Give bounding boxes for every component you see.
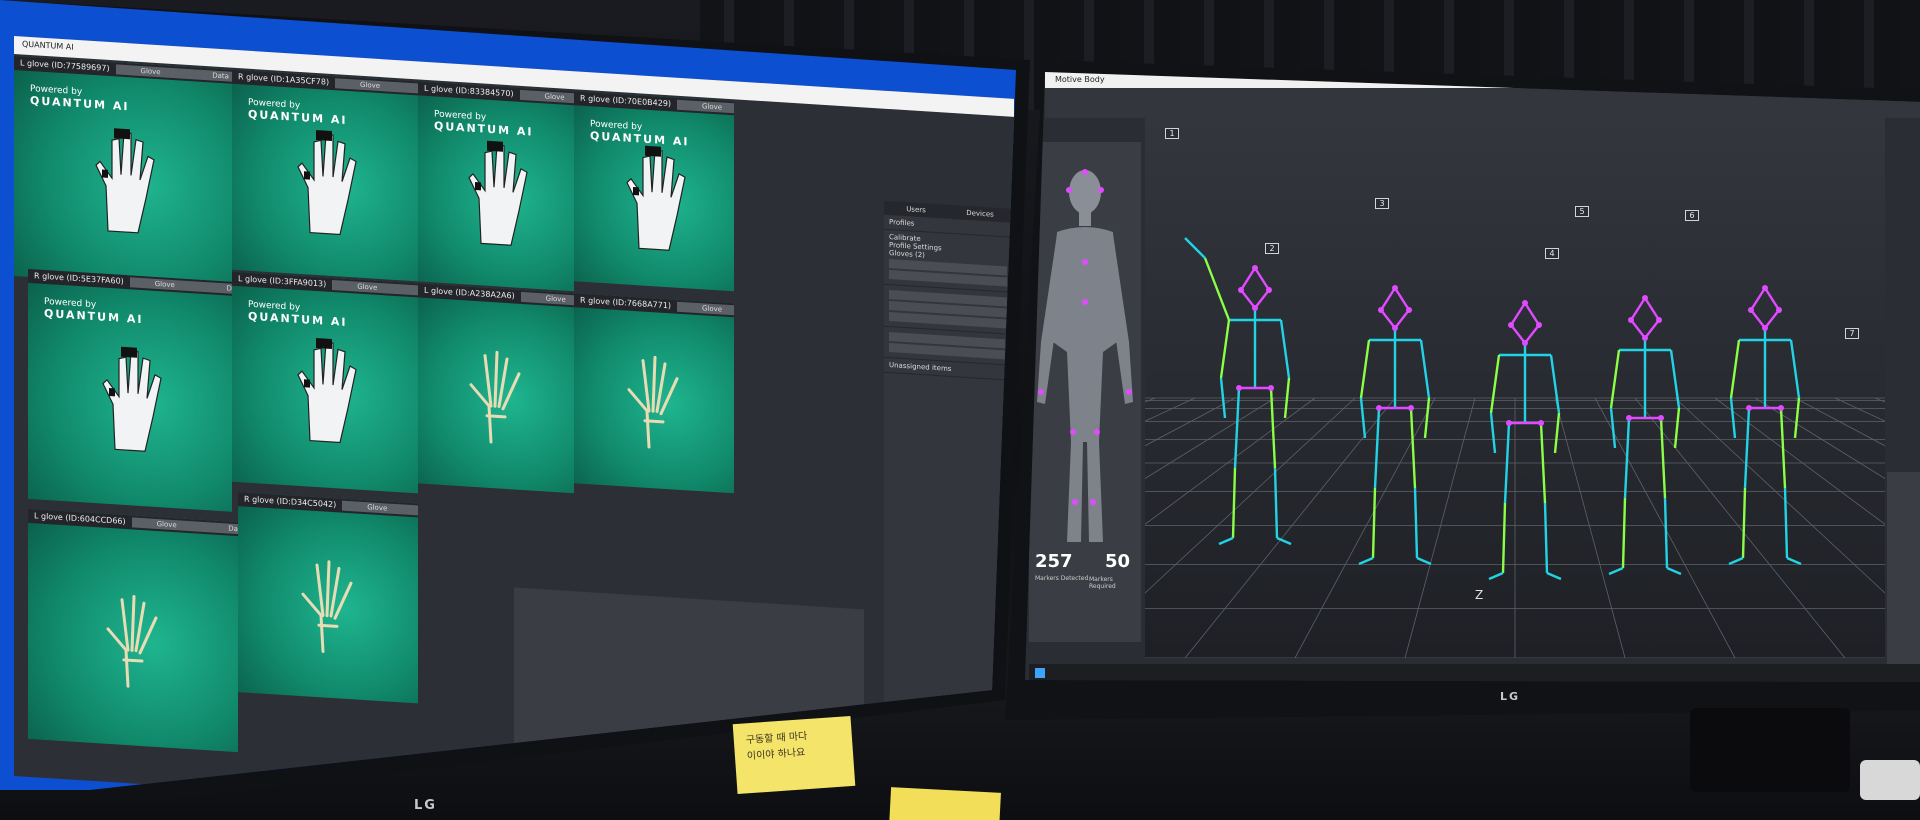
glove-pane-title: R glove (ID:D34C5042) <box>244 494 337 510</box>
glove-pane-title: R glove (ID:5E37FA60) <box>34 271 124 286</box>
tab-data[interactable]: Data <box>199 281 232 297</box>
subject-number-label[interactable]: 2 <box>1265 243 1279 254</box>
white-device <box>1860 760 1920 800</box>
glove-pane-title: L glove (ID:77589697) <box>20 58 110 74</box>
glove-pane: R glove (ID:1A35CF78) GloveData Powered by… <box>232 69 418 282</box>
profile-section: Calibrate Profile Settings Gloves (2) <box>884 229 1012 293</box>
glove-pane: R glove (ID:7668A771)GloveData <box>574 293 734 494</box>
windows-taskbar <box>1029 664 1920 682</box>
glove-pane: L glove (ID:77589697) Glove Data Powered by… <box>14 56 232 290</box>
tab-data[interactable]: Data <box>412 505 418 520</box>
left-monitor-logo: LG <box>414 798 437 813</box>
right-monitor-screen: Motive Body 257 Markers Detected 50 Mark… <box>1025 72 1920 682</box>
quantum-ai-brand: Powered by QUANTUM AI <box>434 108 533 138</box>
subject-number-label[interactable]: 6 <box>1685 210 1699 221</box>
glove-viewer-app: QUANTUM AI L glove (ID:77589697) Glove Dat… <box>14 36 1014 790</box>
brand-name-text: QUANTUM AI <box>30 94 130 114</box>
glove-pane: L glove (ID:A238A2A6)GloveData <box>418 283 574 494</box>
markers-detected-label: Markers Detected <box>1035 575 1089 582</box>
properties-panel <box>1887 472 1920 672</box>
sticky-note-2 <box>889 787 1001 820</box>
subject-number-label[interactable]: 4 <box>1545 248 1559 259</box>
glove-pane-title: L glove (ID:83384570) <box>424 83 514 99</box>
avatar-panel: 257 Markers Detected 50 Markers Required <box>1029 142 1141 642</box>
quantum-ai-brand: Powered by QUANTUM AI <box>44 296 143 326</box>
device-box <box>1690 708 1850 792</box>
glove-pane: L glove (ID:83384570)GloveDataPowered by… <box>418 81 574 292</box>
tab-glove[interactable]: Glove <box>677 99 734 115</box>
mocap-app-title: Motive Body <box>1055 75 1105 84</box>
tab-glove[interactable]: Glove <box>520 291 574 307</box>
tab-glove[interactable]: Glove <box>342 500 413 516</box>
glove-pane: L glove (ID:3FFA9013) GloveData Powered by… <box>232 271 418 494</box>
tab-glove[interactable]: Glove <box>129 277 200 292</box>
3d-viewport[interactable]: 1 2 3 4 5 6 7 Z <box>1025 118 1920 659</box>
brand-name-text: QUANTUM AI <box>434 119 534 139</box>
glove-pane-header: R glove (ID:D34C5042) GloveData <box>238 492 418 520</box>
subject-number-label[interactable]: 7 <box>1845 328 1859 339</box>
robot-hand-model <box>95 343 165 461</box>
tab-glove[interactable]: Glove <box>332 280 403 295</box>
quantum-ai-brand: Powered by QUANTUM AI <box>248 97 347 127</box>
tab-data[interactable]: Data <box>185 68 232 84</box>
robot-hand-model <box>290 126 360 244</box>
left-monitor-screen: QUANTUM AI L glove (ID:77589697) Glove Dat… <box>0 0 1016 790</box>
brand-name-text: QUANTUM AI <box>248 309 348 329</box>
tab-glove[interactable]: Glove <box>519 89 574 105</box>
glove-pane: R glove (ID:D34C5042) GloveData <box>238 492 418 704</box>
quantum-ai-brand: Powered by QUANTUM AI <box>30 83 129 113</box>
photo-scene: QUANTUM AI L glove (ID:77589697) Glove Dat… <box>0 0 1920 820</box>
tab-data[interactable]: Data <box>405 82 418 98</box>
tab-glove[interactable]: Glove <box>131 517 202 532</box>
tab-data[interactable]: Data <box>201 521 238 537</box>
markers-required-label: Markers Required <box>1089 576 1116 590</box>
glove-pane: L glove (ID:604CCD66) Glove Data <box>28 508 238 753</box>
tab-glove[interactable]: Glove <box>335 78 406 93</box>
tab-data[interactable]: Data <box>402 284 418 299</box>
robot-hand-model <box>619 142 689 260</box>
right-monitor-logo: LG <box>1500 690 1521 703</box>
glove-pane-title: L glove (ID:604CCD66) <box>34 511 126 527</box>
quantum-ai-brand: Powered by QUANTUM AI <box>248 299 347 329</box>
robot-hand-model <box>290 334 360 452</box>
glove-pane: R glove (ID:5E37FA60) Glove Data Powered by… <box>28 268 232 512</box>
sticky-note: 구동할 때 마다 이이야 하나요 <box>732 715 856 795</box>
subject-number-label[interactable]: 1 <box>1165 128 1179 139</box>
glove-pane-header: L glove (ID:604CCD66) Glove Data <box>28 508 238 537</box>
glove-pane-title: L glove (ID:A238A2A6) <box>424 285 515 301</box>
tab-glove[interactable]: Glove <box>677 301 734 317</box>
subject-number-label[interactable]: 3 <box>1375 198 1389 209</box>
skeleton-hand-model <box>619 349 689 457</box>
left-app-title: QUANTUM AI <box>22 39 74 52</box>
windows-start-icon[interactable] <box>1035 668 1045 678</box>
floor-grid <box>1025 397 1920 659</box>
brand-name-text: QUANTUM AI <box>248 107 348 127</box>
tab-glove[interactable]: Glove <box>115 64 186 79</box>
glove-pane-title: R glove (ID:70E0B429) <box>580 93 672 109</box>
skeleton-hand-model <box>293 554 363 662</box>
glove-pane-title: R glove (ID:1A35CF78) <box>238 72 330 87</box>
glove-pane-title: R glove (ID:7668A771) <box>580 295 672 311</box>
glove-pane: R glove (ID:70E0B429)GloveDataPowered by… <box>574 91 734 292</box>
brand-name-text: QUANTUM AI <box>44 306 144 327</box>
skeleton-hand-model <box>461 344 531 452</box>
glove-pane-title: L glove (ID:3FFA9013) <box>238 274 327 289</box>
glove-pane-header: R glove (ID:7668A771)GloveData <box>574 293 734 318</box>
robot-hand-model <box>88 125 158 243</box>
robot-hand-model <box>461 137 531 255</box>
markers-required-count: 50 <box>1105 551 1131 572</box>
subject-number-label[interactable]: 5 <box>1575 206 1589 217</box>
skeleton-hand-model <box>98 588 168 696</box>
markers-detected-count: 257 <box>1035 551 1073 572</box>
avatar-figure <box>1037 169 1133 542</box>
3d-scene <box>1025 237 1920 659</box>
axis-label: Z <box>1475 588 1484 602</box>
